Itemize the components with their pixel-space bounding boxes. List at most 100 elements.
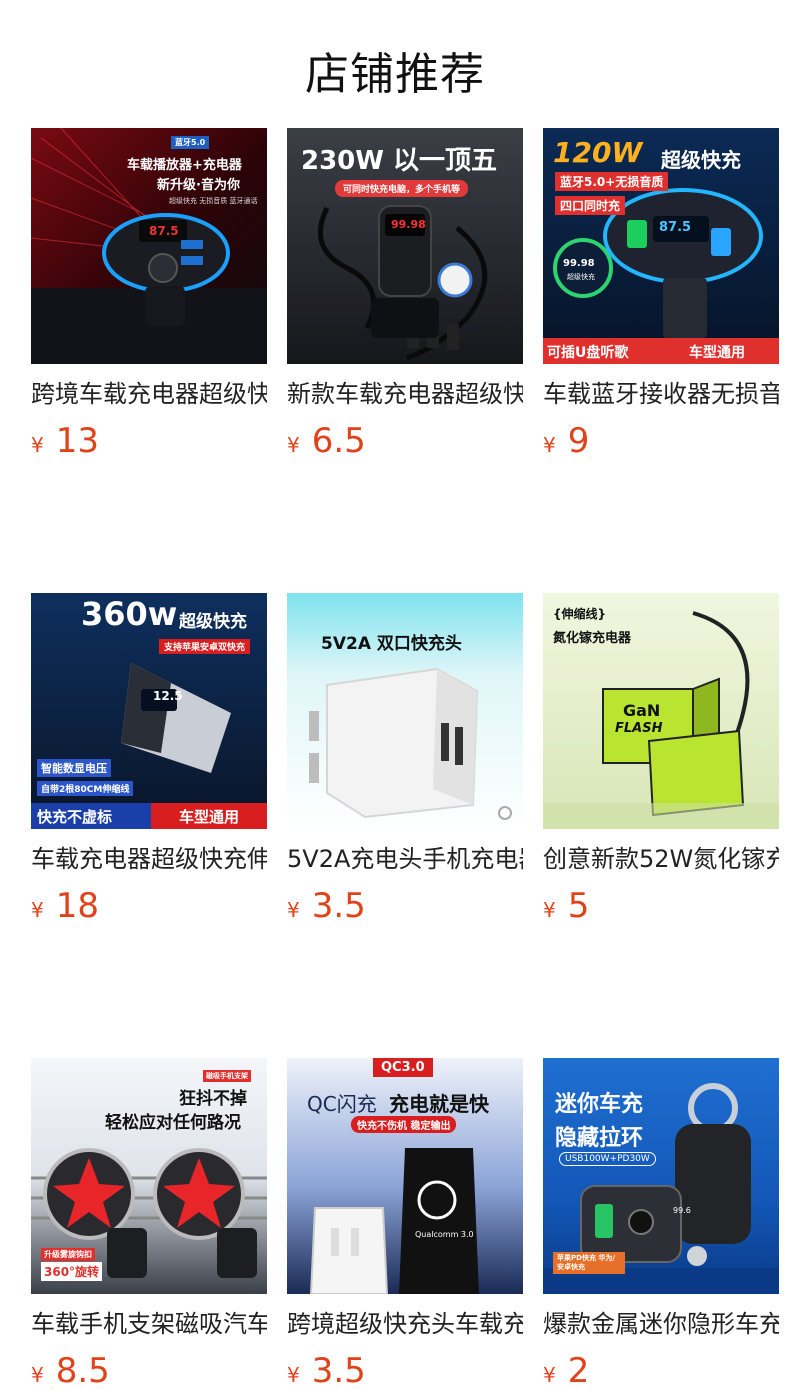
image-headline-a: QC闪充: [307, 1092, 377, 1116]
image-headline: {伸缩线}: [553, 607, 607, 621]
image-subhead: 支持苹果安卓双快充: [159, 639, 251, 654]
product-card[interactable]: 120W 超级快充 蓝牙5.0+无损音质 四口同时充 99.98 超级快充 87…: [543, 128, 779, 461]
image-badge: 蓝牙5.0: [171, 136, 210, 149]
product-image[interactable]: 蓝牙5.0 车载播放器+充电器 新升级·音为你 超级快充 无损音质 蓝牙通话 8…: [31, 128, 267, 364]
price-value: 9: [567, 421, 590, 461]
product-name[interactable]: 新款车载充电器超级快充: [287, 379, 523, 409]
product-name[interactable]: 车载手机支架磁吸汽车导航: [31, 1309, 267, 1339]
price-value: 6.5: [311, 421, 366, 461]
image-headline-a: 120W: [553, 136, 643, 169]
image-display: 12.5: [153, 689, 183, 703]
product-price: ¥ 13: [31, 421, 267, 461]
image-ring-sub: 超级快充: [567, 273, 595, 281]
product-card[interactable]: QC3.0 QC闪充 充电就是快 快充不伤机 稳定输出 Qualcomm 3.0…: [287, 1058, 523, 1391]
image-ring-value: 99.98: [563, 258, 595, 269]
product-card[interactable]: 230W 以一顶五 可同时快充电脑，多个手机等 99.98 新款车载充电器超级快…: [287, 128, 523, 461]
currency-symbol: ¥: [287, 1363, 300, 1387]
product-card[interactable]: 5V2A 双口快充头 5V2A充电头手机充电器 ¥ 3.5: [287, 593, 523, 926]
product-name[interactable]: 5V2A充电头手机充电器: [287, 844, 523, 874]
product-price: ¥ 8.5: [31, 1351, 267, 1391]
price-value: 13: [55, 421, 99, 461]
product-image[interactable]: {伸缩线} 氮化镓充电器 GaN FLASH: [543, 593, 779, 829]
image-subhead: 蓝牙5.0+无损音质: [555, 172, 669, 191]
image-headline: 迷你车充: [555, 1092, 644, 1117]
image-display: 99.6: [673, 1206, 691, 1215]
product-grid: 蓝牙5.0 车载播放器+充电器 新升级·音为你 超级快充 无损音质 蓝牙通话 8…: [31, 128, 779, 1391]
currency-symbol: ¥: [287, 433, 300, 457]
image-subhead-2: 四口同时充: [555, 196, 626, 215]
image-footer-b: 车型通用: [179, 808, 240, 826]
image-badge-2: 360°旋转: [41, 1262, 103, 1281]
image-tag: 磁吸手机支架: [203, 1070, 251, 1082]
image-headline-2: 隐藏拉环: [555, 1126, 644, 1151]
product-name[interactable]: 跨境超级快充头车载充电器: [287, 1309, 523, 1339]
currency-symbol: ¥: [543, 433, 556, 457]
currency-symbol: ¥: [31, 898, 44, 922]
product-price: ¥ 9: [543, 421, 779, 461]
image-headline: 狂抖不掉: [179, 1089, 247, 1109]
price-value: 8.5: [55, 1351, 110, 1391]
image-tiny: 超级快充 无损音质 蓝牙通话: [169, 197, 258, 205]
product-price: ¥ 6.5: [287, 421, 523, 461]
image-subhead: 氮化镓充电器: [553, 631, 632, 646]
image-badge-1: 升级雾旋钩扣: [41, 1248, 95, 1261]
image-display: 87.5: [659, 220, 692, 235]
currency-symbol: ¥: [31, 433, 44, 457]
image-badge-1: 智能数显电压: [37, 759, 111, 777]
page-title: 店铺推荐: [305, 49, 485, 100]
image-tag-1: GaN: [623, 701, 661, 720]
product-price: ¥ 5: [543, 886, 779, 926]
currency-symbol: ¥: [543, 1363, 556, 1387]
product-image[interactable]: 磁吸手机支架 狂抖不掉 轻松应对任何路况 升级雾旋钩扣 360°旋转: [31, 1058, 267, 1294]
product-price: ¥ 3.5: [287, 1351, 523, 1391]
product-image[interactable]: 230W 以一顶五 可同时快充电脑，多个手机等 99.98: [287, 128, 523, 364]
product-card[interactable]: 磁吸手机支架 狂抖不掉 轻松应对任何路况 升级雾旋钩扣 360°旋转 车载手机支…: [31, 1058, 267, 1391]
product-name[interactable]: 车载蓝牙接收器无损音质: [543, 379, 779, 409]
image-badge: 苹果PD快充 华为/安卓快充: [553, 1252, 625, 1274]
image-headline: 5V2A 双口快充头: [321, 634, 462, 654]
product-name[interactable]: 车载充电器超级快充伸缩线: [31, 844, 267, 874]
image-subhead: 新升级·音为你: [157, 178, 240, 193]
image-footer-b: 车型通用: [689, 345, 745, 361]
image-footer-a: 快充不虚标: [37, 808, 113, 826]
image-headline: 车载播放器+充电器: [127, 158, 242, 173]
image-headline-b: 超级快充: [179, 612, 247, 632]
image-label: Qualcomm 3.0: [415, 1230, 474, 1239]
product-image[interactable]: 迷你车充 隐藏拉环 USB100W+PD30W 苹果PD快充 华为/安卓快充 9…: [543, 1058, 779, 1294]
product-image[interactable]: QC3.0 QC闪充 充电就是快 快充不伤机 稳定输出 Qualcomm 3.0: [287, 1058, 523, 1294]
image-badge-2: 自带2根80CM伸缩线: [37, 781, 134, 796]
product-name[interactable]: 爆款金属迷你隐形车充: [543, 1309, 779, 1339]
product-image[interactable]: 360w 超级快充 支持苹果安卓双快充 12.5 智能数显电压 自带2根80CM…: [31, 593, 267, 829]
image-headline-a: 360w: [81, 595, 178, 633]
currency-symbol: ¥: [287, 898, 300, 922]
page: 店铺推荐 蓝牙5.0 车载播放器+充电器 新升级·音为你 超级快充 无损音质 蓝…: [0, 0, 790, 1391]
product-card[interactable]: 蓝牙5.0 车载播放器+充电器 新升级·音为你 超级快充 无损音质 蓝牙通话 8…: [31, 128, 267, 461]
currency-symbol: ¥: [543, 898, 556, 922]
product-name[interactable]: 创意新款52W氮化镓充电器: [543, 844, 779, 874]
image-subhead: USB100W+PD30W: [559, 1152, 656, 1166]
image-tag: QC3.0: [373, 1058, 433, 1077]
image-headline-b: 充电就是快: [389, 1092, 489, 1116]
product-price: ¥ 3.5: [287, 886, 523, 926]
image-subhead: 轻松应对任何路况: [105, 1113, 241, 1133]
image-subhead: 可同时快充电脑，多个手机等: [335, 180, 469, 197]
product-card[interactable]: {伸缩线} 氮化镓充电器 GaN FLASH 创意新款52W氮化镓充电器 ¥ 5: [543, 593, 779, 926]
product-card[interactable]: 迷你车充 隐藏拉环 USB100W+PD30W 苹果PD快充 华为/安卓快充 9…: [543, 1058, 779, 1391]
product-image[interactable]: 120W 超级快充 蓝牙5.0+无损音质 四口同时充 99.98 超级快充 87…: [543, 128, 779, 364]
image-tag-2: FLASH: [615, 721, 663, 736]
product-image[interactable]: 5V2A 双口快充头: [287, 593, 523, 829]
product-name[interactable]: 跨境车载充电器超级快充: [31, 379, 267, 409]
currency-symbol: ¥: [31, 1363, 44, 1387]
image-display: 87.5: [149, 224, 179, 238]
product-card[interactable]: 360w 超级快充 支持苹果安卓双快充 12.5 智能数显电压 自带2根80CM…: [31, 593, 267, 926]
image-footer-a: 可插U盘听歌: [547, 345, 629, 361]
image-display: 99.98: [391, 218, 426, 231]
price-value: 2: [567, 1351, 590, 1391]
product-price: ¥ 18: [31, 886, 267, 926]
price-value: 3.5: [311, 886, 366, 926]
price-value: 18: [55, 886, 99, 926]
image-headline: 230W 以一顶五: [301, 146, 498, 176]
product-price: ¥ 2: [543, 1351, 779, 1391]
image-headline-b: 超级快充: [661, 148, 741, 172]
price-value: 3.5: [311, 1351, 366, 1391]
